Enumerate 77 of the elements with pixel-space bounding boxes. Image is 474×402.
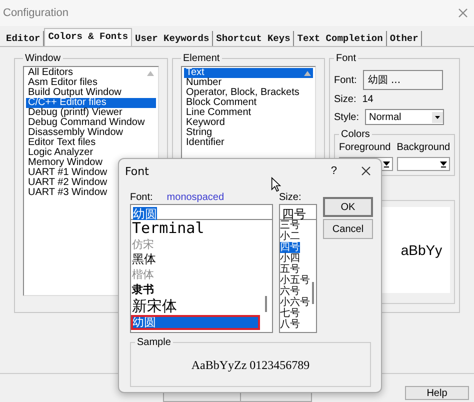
- field-label: Foreground: [339, 142, 391, 153]
- group-label: Sample: [136, 337, 172, 348]
- dropdown-arrow-icon: [380, 158, 392, 170]
- tab[interactable]: Text Completion: [294, 31, 387, 46]
- cursor-icon: [271, 177, 281, 192]
- list-item[interactable]: C/C++ Editor files: [26, 98, 156, 108]
- list-item[interactable]: Line Comment: [184, 108, 254, 118]
- list-item[interactable]: Block Comment: [184, 98, 259, 108]
- list-item[interactable]: Disassembly Window: [26, 128, 126, 138]
- field-label: Font:: [130, 192, 153, 203]
- list-item[interactable]: 隶书: [131, 282, 272, 297]
- list-item[interactable]: Operator, Block, Brackets: [184, 88, 302, 98]
- list-item[interactable]: UART #3 Window: [26, 188, 110, 198]
- list-item[interactable]: Identifier: [184, 138, 226, 148]
- list-item[interactable]: 四号: [280, 242, 300, 253]
- scrollbar-thumb[interactable]: [312, 282, 314, 304]
- dialog-title: Font: [125, 164, 150, 178]
- list-item[interactable]: 仿宋: [131, 237, 272, 252]
- style-dropdown[interactable]: Normal: [365, 109, 444, 125]
- dropdown-arrow-icon: [438, 158, 450, 170]
- list-item[interactable]: Number: [184, 78, 224, 88]
- list-item[interactable]: Memory Window: [26, 158, 104, 168]
- font-hint: monospaced: [166, 192, 224, 203]
- list-item[interactable]: 小六号: [280, 297, 310, 308]
- list-item[interactable]: Editor Text files: [26, 138, 98, 148]
- list-item[interactable]: Logic Analyzer: [26, 148, 96, 158]
- list-item[interactable]: UART #1 Window: [26, 168, 110, 178]
- group-label: Element: [182, 53, 221, 64]
- window-title: Configuration: [3, 7, 68, 19]
- close-icon[interactable]: [361, 166, 371, 176]
- tab[interactable]: Shortcut Keys: [213, 31, 294, 46]
- list-item[interactable]: Keyword: [184, 118, 227, 128]
- list-item[interactable]: 黑体: [131, 252, 272, 267]
- field-label: Font:: [334, 74, 357, 86]
- size-input[interactable]: 四号: [279, 204, 317, 220]
- list-item[interactable]: 小二: [280, 231, 300, 242]
- size-list[interactable]: 三号 小二 四号 小四 五号 小五号 六号 小六号 七号 八号: [279, 220, 317, 333]
- list-item[interactable]: Debug Command Window: [26, 118, 147, 128]
- scroll-up-icon[interactable]: [147, 71, 154, 76]
- tab[interactable]: User Keywords: [132, 31, 214, 46]
- size-value: 14: [362, 94, 374, 105]
- tab[interactable]: Colors & Fonts: [44, 28, 132, 46]
- list-item[interactable]: 七号: [280, 308, 300, 319]
- list-item[interactable]: 三号: [280, 220, 300, 231]
- list-item[interactable]: Terminal: [131, 220, 272, 237]
- list-item[interactable]: All Editors: [26, 68, 76, 78]
- list-item[interactable]: 新宋体: [131, 297, 272, 315]
- group-label: Window: [24, 53, 62, 64]
- tab[interactable]: Other: [386, 31, 422, 46]
- field-label: Size:: [279, 192, 302, 203]
- group-label: Colors: [340, 129, 371, 140]
- field-label: Background: [396, 142, 450, 153]
- scroll-up-icon[interactable]: [304, 71, 311, 76]
- list-item[interactable]: Text: [184, 68, 313, 78]
- list-item[interactable]: Asm Editor files: [26, 78, 100, 88]
- list-item[interactable]: 八号: [280, 319, 300, 330]
- font-button[interactable]: 幼圆 ...: [362, 70, 443, 90]
- list-item[interactable]: Build Output Window: [26, 88, 124, 98]
- list-item[interactable]: 小五号: [280, 275, 310, 286]
- list-item[interactable]: 五号: [280, 264, 300, 275]
- help-button[interactable]: Help: [405, 386, 469, 400]
- field-label: Style:: [334, 112, 360, 122]
- sample-text: AaBbYyZz 0123456789: [190, 357, 311, 373]
- list-item[interactable]: UART #2 Window: [26, 178, 110, 188]
- list-item[interactable]: 楷体: [131, 267, 272, 282]
- color-dropdown[interactable]: [396, 157, 450, 171]
- list-item[interactable]: 六号: [280, 286, 300, 297]
- font-input[interactable]: 幼圆: [130, 204, 273, 220]
- field-label: Size:: [334, 94, 356, 105]
- list-item[interactable]: 小四: [280, 253, 300, 264]
- help-button[interactable]: ?: [330, 165, 337, 177]
- list-item[interactable]: Debug (printf) Viewer: [26, 108, 124, 118]
- ok-button[interactable]: OK: [323, 197, 373, 217]
- cancel-button[interactable]: Cancel: [323, 219, 373, 239]
- list-item[interactable]: String: [184, 128, 214, 138]
- group-label: Font: [335, 53, 358, 64]
- scrollbar-thumb[interactable]: [265, 296, 267, 312]
